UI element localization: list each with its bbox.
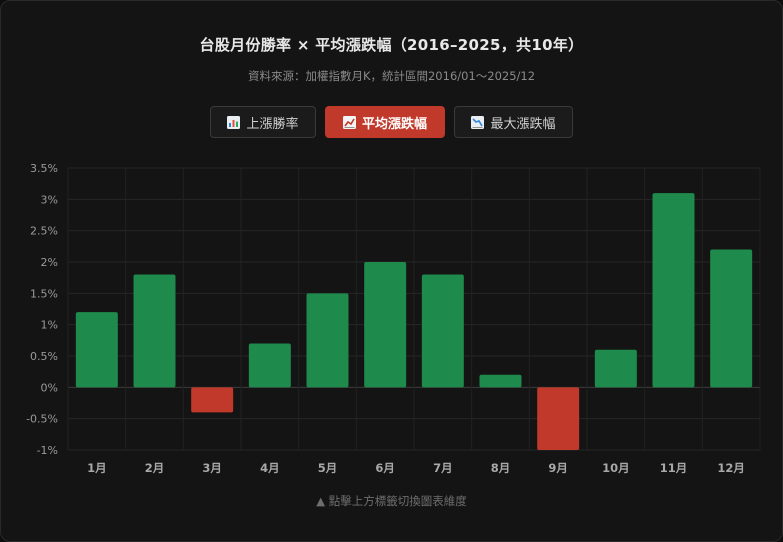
y-tick-label: -1% xyxy=(37,444,58,457)
bar-7月 xyxy=(421,274,464,388)
x-tick-label: 6月 xyxy=(375,461,395,475)
bar-12月 xyxy=(710,249,753,388)
x-tick-label: 5月 xyxy=(318,461,338,475)
x-tick-label: 7月 xyxy=(433,461,453,475)
x-tick-label: 11月 xyxy=(660,461,688,475)
bar-6月 xyxy=(364,262,407,388)
bar-chart: 3.5% 3% 2.5% 2% 1.5% 1% 0.5% 0% -0.5% -1% 1月 2月 3月 4月… xyxy=(26,162,761,475)
bar-8月 xyxy=(479,374,522,388)
hint-text: ▲ 點擊上方標籤切換圖表維度 xyxy=(316,494,467,508)
y-tick-label: 2.5% xyxy=(30,225,58,238)
x-tick-label: 4月 xyxy=(260,461,280,475)
y-tick-label: 1% xyxy=(41,319,58,332)
bar-11月 xyxy=(652,193,695,388)
bar-2月 xyxy=(133,274,176,388)
x-tick-label: 3月 xyxy=(202,461,222,475)
bar-10月 xyxy=(594,349,637,388)
y-tick-label: 2% xyxy=(41,256,58,269)
x-tick-label: 1月 xyxy=(87,461,107,475)
y-tick-label: 3.5% xyxy=(30,162,58,175)
x-tick-label: 10月 xyxy=(602,461,630,475)
bar-1月 xyxy=(75,312,118,388)
chart-card: 台股月份勝率 × 平均漲跌幅（2016–2025，共10年） 資料來源：加權指數… xyxy=(0,0,783,542)
x-tick-label: 9月 xyxy=(548,461,568,475)
x-tick-label: 2月 xyxy=(145,461,165,475)
bar-3月 xyxy=(191,387,234,413)
x-tick-label: 8月 xyxy=(491,461,511,475)
bar-9月 xyxy=(537,387,580,450)
y-tick-label: 0.5% xyxy=(30,350,58,363)
bar-5月 xyxy=(306,293,349,388)
y-tick-label: 0% xyxy=(41,381,58,394)
y-tick-label: 3% xyxy=(41,193,58,206)
bar-4月 xyxy=(248,343,291,388)
y-tick-label: -0.5% xyxy=(26,413,58,426)
y-tick-label: 1.5% xyxy=(30,287,58,300)
x-tick-label: 12月 xyxy=(717,461,745,475)
